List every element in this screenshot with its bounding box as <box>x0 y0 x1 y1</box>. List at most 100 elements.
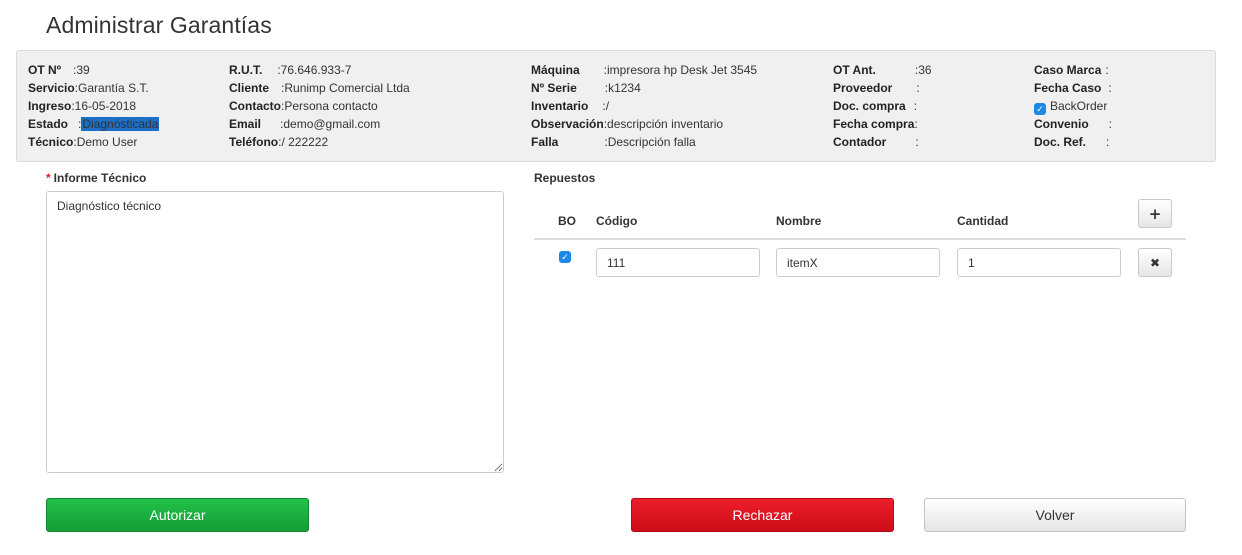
column-header-bo: BO <box>558 214 576 228</box>
info-label: Técnico <box>28 135 74 149</box>
info-value: :impresora hp Desk Jet 3545 <box>603 63 758 77</box>
info-label: Estado <box>28 117 69 131</box>
info-cliente: Cliente :Runimp Comercial Ltda <box>229 81 410 95</box>
info-ot-ant: OT Ant. :36 <box>833 63 932 77</box>
info-ingreso: Ingreso:16-05-2018 <box>28 99 136 113</box>
info-label: Falla <box>531 135 559 149</box>
info-fecha-caso: Fecha Caso: <box>1034 81 1112 95</box>
info-label: Fecha compra <box>833 117 915 131</box>
table-divider <box>534 238 1186 240</box>
ot-info-panel: OT Nº :39 Servicio:Garantía S.T. Ingreso:… <box>16 50 1216 162</box>
page-title: Administrar Garantías <box>46 12 272 38</box>
info-convenio: Convenio: <box>1034 117 1112 131</box>
info-tecnico: Técnico:Demo User <box>28 135 137 149</box>
info-value: :Runimp Comercial Ltda <box>281 81 410 95</box>
info-value: : <box>915 135 919 149</box>
info-falla: Falla :Descripción falla <box>531 135 696 149</box>
info-value: :36 <box>914 63 932 77</box>
reject-button[interactable]: Rechazar <box>631 498 894 532</box>
info-value: : <box>914 117 918 131</box>
info-value: :/ <box>602 99 610 113</box>
info-value: :demo@gmail.com <box>280 117 381 131</box>
info-label: Máquina <box>531 63 580 77</box>
nombre-input[interactable] <box>776 248 940 277</box>
info-value: :Demo User <box>73 135 138 149</box>
info-inventario: Inventario :/ <box>531 99 609 113</box>
info-label: Caso Marca <box>1034 63 1102 77</box>
info-value: : <box>913 99 918 113</box>
info-caso-marca: Caso Marca: <box>1034 63 1109 77</box>
info-label: Servicio <box>28 81 75 95</box>
info-value: :Garantía S.T. <box>74 81 149 95</box>
info-value: :39 <box>73 63 90 77</box>
info-label: Contador <box>833 135 887 149</box>
bo-checkbox[interactable]: ✓ <box>559 251 571 263</box>
info-value: :/ 222222 <box>278 135 329 149</box>
info-label: Nº Serie <box>531 81 577 95</box>
info-label: Contacto <box>229 99 281 113</box>
column-header-cantidad: Cantidad <box>957 214 1009 228</box>
info-label: OT Ant. <box>833 63 876 77</box>
cantidad-input[interactable] <box>957 248 1121 277</box>
remove-repuesto-button[interactable]: ✖ <box>1138 248 1172 277</box>
info-fecha-compra: Fecha compra: <box>833 117 918 131</box>
info-label: Observación <box>531 117 604 131</box>
column-header-codigo: Código <box>596 214 638 228</box>
codigo-input[interactable] <box>596 248 760 277</box>
info-label: Ingreso <box>28 99 72 113</box>
info-telefono: Teléfono:/ 222222 <box>229 135 328 149</box>
info-label: Doc. Ref. <box>1034 135 1087 149</box>
info-value: :k1234 <box>604 81 641 95</box>
info-label: OT Nº <box>28 63 62 77</box>
close-icon: ✖ <box>1149 255 1161 270</box>
info-contador: Contador: <box>833 135 919 149</box>
info-serie: Nº Serie :k1234 <box>531 81 641 95</box>
info-rut: R.U.T. :76.646.933-7 <box>229 63 351 77</box>
info-label: Email <box>229 117 262 131</box>
info-label: Fecha Caso <box>1034 81 1102 95</box>
info-label: Teléfono <box>229 135 279 149</box>
info-contacto: Contacto:Persona contacto <box>229 99 378 113</box>
backorder-checkbox[interactable]: ✓ <box>1034 103 1046 115</box>
column-header-nombre: Nombre <box>776 214 822 228</box>
info-value: : <box>1106 135 1110 149</box>
info-servicio: Servicio:Garantía S.T. <box>28 81 149 95</box>
info-label: R.U.T. <box>229 63 263 77</box>
info-value: :16-05-2018 <box>71 99 137 113</box>
informe-label-text: Informe Técnico <box>53 171 147 185</box>
info-observacion: Observación:descripción inventario <box>531 117 723 131</box>
repuestos-label: Repuestos <box>534 171 596 185</box>
authorize-button[interactable]: Autorizar <box>46 498 309 532</box>
add-repuesto-button[interactable]: + <box>1138 199 1172 228</box>
info-label: Doc. compra <box>833 99 906 113</box>
informe-label: * Informe Técnico <box>46 171 146 185</box>
info-value: :descripción inventario <box>603 117 724 131</box>
info-value: :Persona contacto <box>281 99 378 113</box>
info-proveedor: Proveedor: <box>833 81 920 95</box>
info-value: : <box>1108 117 1113 131</box>
check-icon: ✓ <box>561 252 569 262</box>
check-icon: ✓ <box>1036 104 1044 114</box>
backorder-label: BackOrder <box>1050 99 1108 113</box>
info-doc-compra: Doc. compra: <box>833 99 917 113</box>
backorder-field[interactable]: ✓ BackOrder <box>1034 99 1107 115</box>
info-value: :Descripción falla <box>604 135 696 149</box>
info-label: Convenio <box>1034 117 1089 131</box>
info-value: : <box>1108 81 1112 95</box>
info-label: Inventario <box>531 99 589 113</box>
back-button[interactable]: Volver <box>924 498 1186 532</box>
info-value: :76.646.933-7 <box>277 63 352 77</box>
plus-icon: + <box>1148 204 1162 223</box>
info-estado: Estado:Diagnósticada <box>28 117 160 131</box>
status-badge: Diagnósticada <box>81 117 160 131</box>
info-doc-ref: Doc. Ref.: <box>1034 135 1109 149</box>
info-value: : <box>1105 63 1109 77</box>
info-label: Proveedor <box>833 81 893 95</box>
required-mark: * <box>46 171 51 185</box>
informe-textarea[interactable]: Diagnóstico técnico <box>46 191 504 473</box>
info-maquina: Máquina :impresora hp Desk Jet 3545 <box>531 63 757 77</box>
info-email: Email :demo@gmail.com <box>229 117 380 131</box>
info-value: : <box>916 81 920 95</box>
info-ot-number: OT Nº :39 <box>28 63 90 77</box>
info-label: Cliente <box>229 81 270 95</box>
